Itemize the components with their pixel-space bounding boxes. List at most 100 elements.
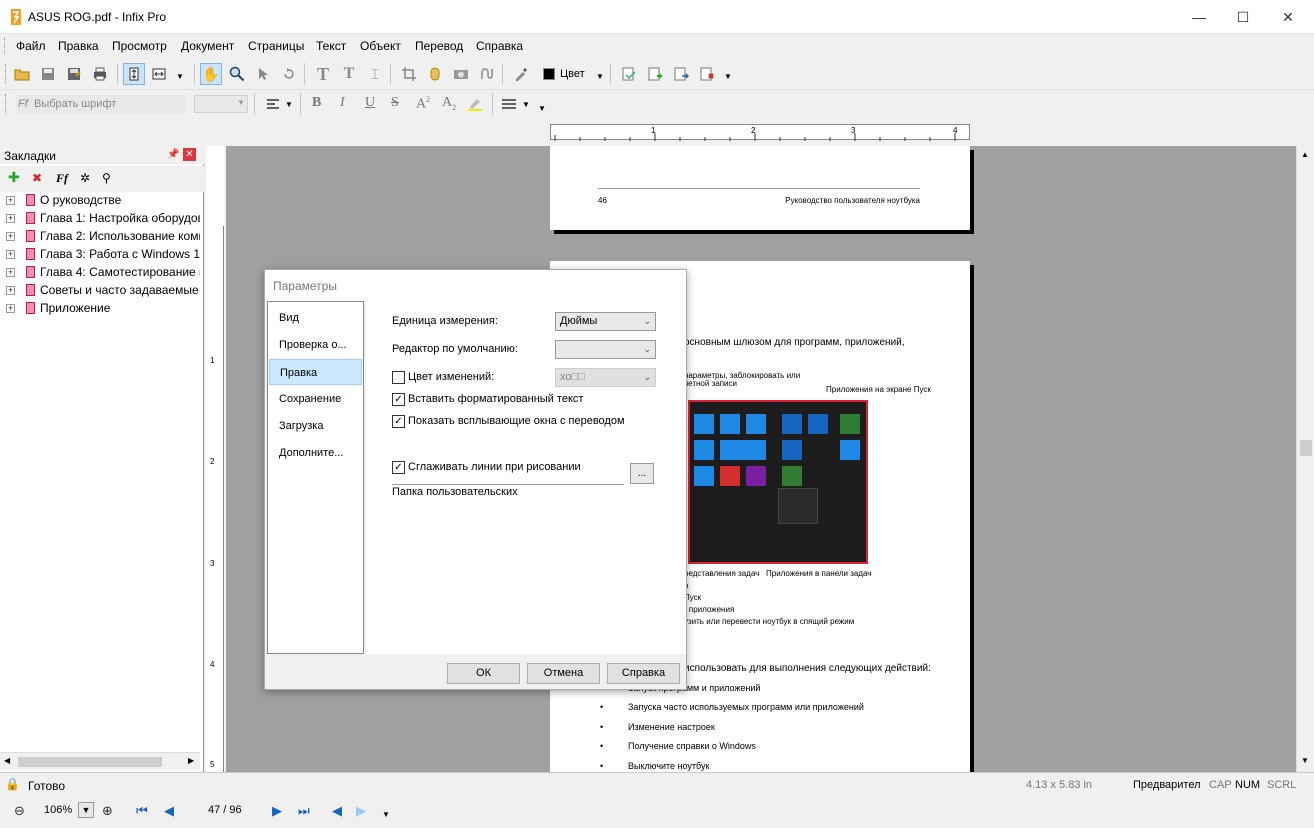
color-changes-select[interactable]: хо□□ ⌄ — [555, 368, 656, 387]
highlight-icon[interactable] — [464, 93, 486, 115]
find-icon[interactable]: ⚲ — [102, 171, 111, 185]
menu-text[interactable]: Текст — [316, 39, 346, 53]
browse-button[interactable]: ... — [630, 463, 654, 484]
menu-edit[interactable]: Правка — [58, 39, 99, 53]
menu-object[interactable]: Объект — [360, 39, 401, 53]
select-arrow-icon[interactable] — [252, 63, 274, 85]
text-cursor-icon[interactable]: ⌶ — [364, 63, 386, 85]
minimize-button[interactable]: — — [1176, 0, 1222, 34]
rotate-icon[interactable] — [278, 63, 300, 85]
document-vscrollbar[interactable]: ▲ ▼ — [1296, 146, 1314, 772]
cancel-button[interactable]: Отмена — [527, 663, 600, 684]
nav-edit[interactable]: Правка — [269, 359, 362, 385]
zoom-tool-icon[interactable] — [226, 63, 248, 85]
menu-translate[interactable]: Перевод — [415, 39, 463, 53]
font-size-select[interactable]: ▼ — [194, 95, 248, 113]
zoom-in-icon[interactable]: ⊕ — [102, 803, 113, 819]
strikethrough-icon[interactable]: S — [391, 95, 399, 111]
nav-spellcheck[interactable]: Проверка о... — [269, 332, 362, 358]
menu-document[interactable]: Документ — [181, 39, 234, 53]
bookmark-item[interactable]: + Глава 3: Работа с Windows 10 — [4, 246, 200, 264]
line-style-icon[interactable] — [498, 93, 520, 115]
align-icon[interactable] — [262, 93, 284, 115]
open-icon[interactable] — [11, 63, 33, 85]
menu-file[interactable]: Файл — [16, 39, 46, 53]
close-button[interactable]: ✕ — [1265, 0, 1311, 34]
pin-icon[interactable]: 📌 — [167, 149, 179, 160]
add-bookmark-icon[interactable]: ✚ — [8, 169, 20, 186]
folder-path-field[interactable] — [392, 484, 624, 485]
chevron-down-icon[interactable]: ▼ — [176, 72, 184, 81]
chevron-down-icon[interactable]: ▼ — [538, 104, 546, 113]
zoom-dropdown[interactable]: ▼ — [78, 802, 94, 818]
toolbar-grip[interactable] — [5, 64, 8, 84]
expand-icon[interactable]: + — [6, 232, 15, 241]
scroll-down-icon[interactable]: ▼ — [1301, 756, 1309, 765]
subscript-icon[interactable]: A2 — [442, 95, 456, 112]
chevron-down-icon[interactable]: ▼ — [724, 72, 732, 81]
nav-save[interactable]: Сохранение — [269, 386, 362, 412]
bookmark-item[interactable]: + Глава 1: Настройка оборудования — [4, 210, 200, 228]
color-swatch-icon[interactable] — [538, 63, 560, 85]
editor-select[interactable]: ⌄ — [555, 340, 656, 359]
fit-width-icon[interactable] — [149, 63, 171, 85]
chevron-down-icon[interactable]: ▼ — [285, 100, 293, 109]
page-indicator[interactable]: 47 / 96 — [208, 804, 242, 816]
scroll-thumb[interactable] — [18, 757, 162, 767]
bookmark-item[interactable]: + Глава 2: Использование компьютера — [4, 228, 200, 246]
chevron-down-icon[interactable]: ▼ — [596, 72, 604, 81]
link-icon[interactable] — [424, 63, 446, 85]
zoom-out-icon[interactable]: ⊖ — [14, 803, 25, 819]
menu-grip[interactable] — [4, 38, 7, 54]
zoom-level[interactable]: 106% — [44, 804, 72, 816]
scroll-right-icon[interactable]: ▶ — [188, 756, 194, 765]
bookmark-font-icon[interactable]: Ff — [56, 171, 68, 186]
crop-icon[interactable] — [398, 63, 420, 85]
menu-help[interactable]: Справка — [476, 39, 523, 53]
replace-pages-icon[interactable] — [618, 63, 640, 85]
bold-icon[interactable]: B — [312, 95, 321, 111]
expand-icon[interactable]: + — [6, 286, 15, 295]
print-icon[interactable] — [89, 63, 111, 85]
chevron-down-icon[interactable]: ▼ — [382, 810, 390, 819]
menu-view[interactable]: Просмотр — [112, 39, 167, 53]
hand-tool-icon[interactable]: ✋ — [200, 63, 222, 85]
smooth-lines-checkbox[interactable]: ✓ — [392, 461, 405, 474]
nav-advanced[interactable]: Дополните... — [269, 440, 362, 466]
save-icon[interactable] — [37, 63, 59, 85]
expand-icon[interactable]: + — [6, 214, 15, 223]
expand-icon[interactable]: + — [6, 268, 15, 277]
dialog-titlebar[interactable]: Параметры — [265, 270, 686, 301]
insert-page-icon[interactable] — [644, 63, 666, 85]
previous-page-icon[interactable]: ◀ — [164, 803, 174, 819]
next-page-icon[interactable]: ▶ — [272, 803, 282, 819]
first-page-icon[interactable]: ⏮ — [136, 803, 148, 819]
nav-view[interactable]: Вид — [269, 305, 362, 331]
bookmark-item[interactable]: + О руководстве — [4, 192, 200, 210]
paste-formatted-checkbox[interactable]: ✓ — [392, 393, 405, 406]
expand-icon[interactable]: + — [6, 250, 15, 259]
scroll-thumb[interactable] — [1300, 440, 1312, 456]
color-label[interactable]: Цвет — [560, 68, 585, 80]
color-changes-checkbox[interactable] — [392, 371, 405, 384]
close-panel-icon[interactable]: ✕ — [183, 148, 196, 161]
back-icon[interactable]: ◀ — [332, 803, 342, 819]
delete-page-icon[interactable] — [696, 63, 718, 85]
scroll-left-icon[interactable]: ◀ — [4, 756, 10, 765]
bookmark-item[interactable]: + Советы и часто задаваемые вопросы — [4, 282, 200, 300]
extract-page-icon[interactable] — [670, 63, 692, 85]
help-button[interactable]: Справка — [607, 663, 680, 684]
ok-button[interactable]: ОК — [447, 663, 520, 684]
text-edit-icon[interactable]: T — [338, 63, 360, 85]
chevron-down-icon[interactable]: ▼ — [522, 100, 530, 109]
italic-icon[interactable]: I — [340, 95, 345, 111]
forward-icon[interactable]: ▶ — [356, 803, 366, 819]
superscript-icon[interactable]: A2 — [416, 95, 430, 113]
snapshot-icon[interactable] — [450, 63, 472, 85]
menu-pages[interactable]: Страницы — [248, 39, 304, 53]
magic-wand-icon[interactable]: ✲ — [80, 171, 90, 185]
font-select[interactable]: Ff Выбрать шрифт — [16, 95, 186, 113]
maximize-button[interactable]: ☐ — [1220, 0, 1266, 34]
underline-icon[interactable]: U — [365, 95, 375, 111]
bookmark-item[interactable]: + Глава 4: Самотестирование при включении — [4, 264, 200, 282]
